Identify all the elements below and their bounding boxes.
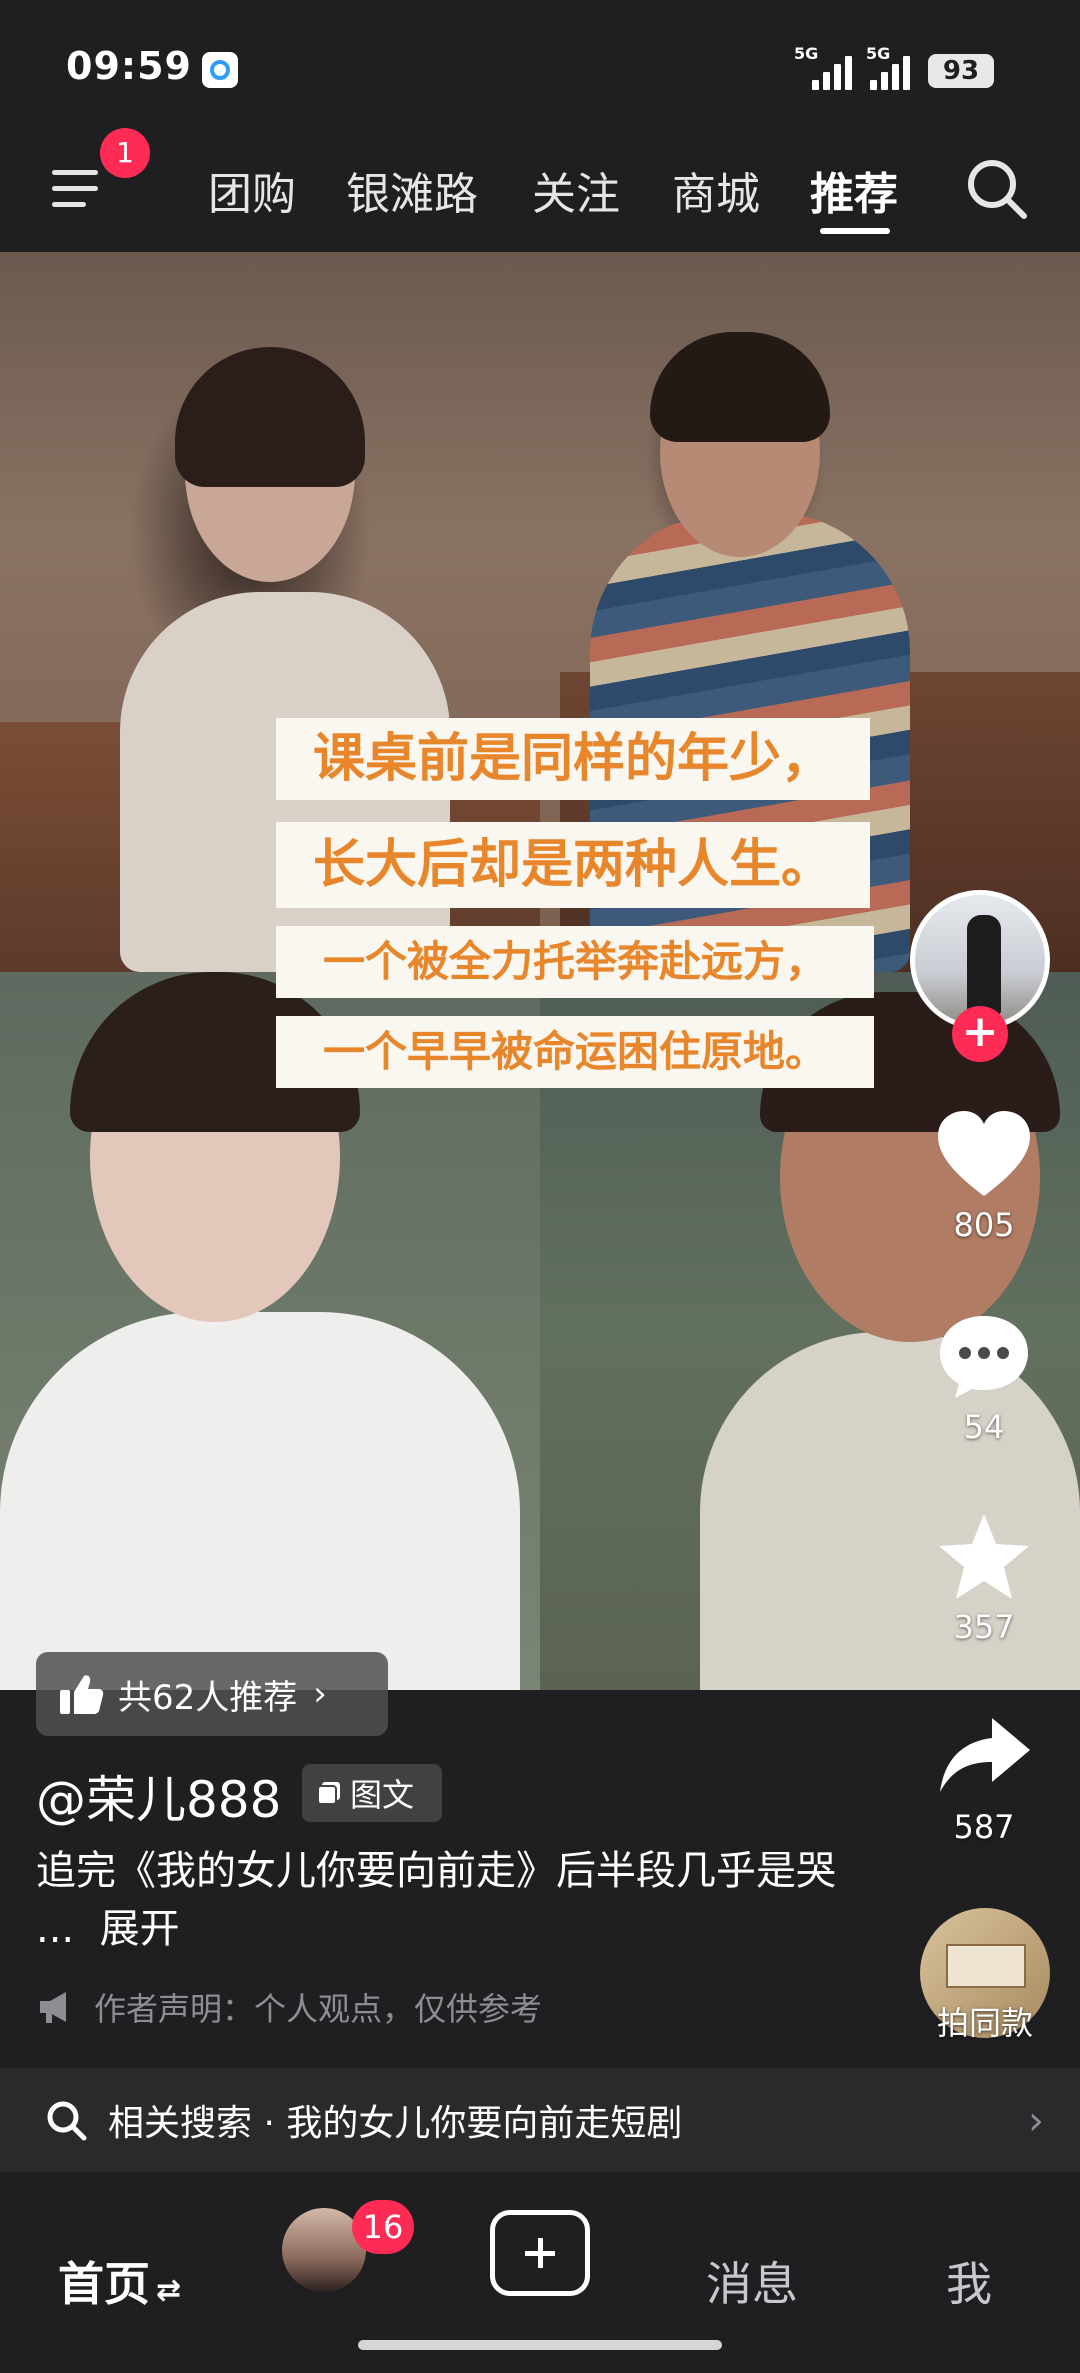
menu-button[interactable] — [48, 164, 108, 214]
menu-notification-badge: 1 — [100, 128, 150, 178]
active-tab-indicator — [820, 228, 890, 234]
create-post-button[interactable] — [490, 2210, 590, 2296]
comment-button[interactable]: 54 — [914, 1310, 1054, 1446]
tab-home[interactable]: 首页 ⇄ — [58, 2248, 181, 2314]
signal-2-icon: 5G — [866, 44, 910, 90]
comment-icon — [940, 1316, 1028, 1398]
share-arrow-icon — [940, 1718, 1030, 1792]
recommend-count-pill[interactable]: 共62人推荐 › — [36, 1652, 388, 1736]
tab-messages[interactable]: 消息 — [706, 2248, 798, 2314]
share-count: 587 — [953, 1808, 1015, 1846]
search-button[interactable] — [962, 154, 1032, 224]
star-icon — [939, 1514, 1029, 1599]
like-count: 805 — [953, 1206, 1015, 1244]
friends-badge: 16 — [352, 2200, 414, 2254]
megaphone-icon — [40, 1992, 66, 2023]
signal-1-icon: 5G — [790, 44, 852, 90]
tab-following[interactable]: 关注 — [532, 158, 620, 222]
image-text-icon — [317, 1782, 340, 1805]
author-name[interactable]: @荣儿888 — [36, 1760, 281, 1832]
top-nav: 团购 银滩路 关注 商城 推荐 — [0, 128, 1080, 248]
switch-icon: ⇄ — [156, 2273, 182, 2308]
caption-line-2: 长大后却是两种人生。 — [276, 822, 870, 908]
home-indicator — [358, 2340, 722, 2350]
caption-line-3: 一个被全力托举奔赴远方， — [276, 926, 874, 998]
bottom-tab-bar: 首页 ⇄ 16 消息 我 — [0, 2178, 1080, 2373]
caption-line-4: 一个早早被命运困住原地。 — [276, 1016, 874, 1088]
related-search-text: 相关搜索 · 我的女儿你要向前走短剧 — [108, 2103, 683, 2144]
favorite-button[interactable]: 357 — [914, 1510, 1054, 1646]
chevron-right-icon: › — [1028, 2098, 1044, 2144]
post-type-tag: 图文 — [302, 1764, 442, 1822]
share-button[interactable]: 587 — [914, 1712, 1054, 1846]
same-style-label[interactable]: 拍同款 — [910, 1998, 1060, 2044]
menu-icon — [52, 170, 98, 175]
chevron-right-icon: › — [313, 1674, 327, 1714]
post-description[interactable]: 追完《我的女儿你要向前走》后半段几乎是哭 ... 展开 — [36, 1842, 856, 1958]
favorite-count: 357 — [953, 1608, 1015, 1646]
related-search-bar[interactable]: 相关搜索 · 我的女儿你要向前走短剧 › — [0, 2068, 1080, 2172]
search-icon — [47, 2101, 87, 2141]
expand-link[interactable]: 展开 — [100, 1906, 180, 1952]
tab-location[interactable]: 银滩路 — [346, 158, 478, 222]
notification-app-icon — [202, 52, 238, 88]
thumbs-up-icon — [60, 1675, 104, 1714]
tab-mall[interactable]: 商城 — [672, 158, 760, 222]
recommend-count-text: 共62人推荐 — [118, 1677, 298, 1718]
caption-line-1: 课桌前是同样的年少， — [276, 718, 870, 800]
comment-count: 54 — [963, 1408, 1005, 1446]
tab-group-buy[interactable]: 团购 — [208, 158, 296, 222]
tab-recommend[interactable]: 推荐 — [810, 158, 898, 222]
search-icon — [968, 160, 1027, 219]
follow-button[interactable]: + — [952, 1006, 1008, 1062]
tab-me[interactable]: 我 — [946, 2248, 992, 2314]
battery-indicator: 93 — [928, 54, 994, 88]
status-bar: 09:59 5G 5G 93 — [0, 0, 1080, 128]
heart-icon — [938, 1111, 1030, 1196]
like-button[interactable]: 805 — [914, 1108, 1054, 1244]
author-declaration: 作者声明：个人观点，仅供参考 — [36, 1984, 542, 2030]
status-time: 09:59 — [66, 44, 192, 88]
